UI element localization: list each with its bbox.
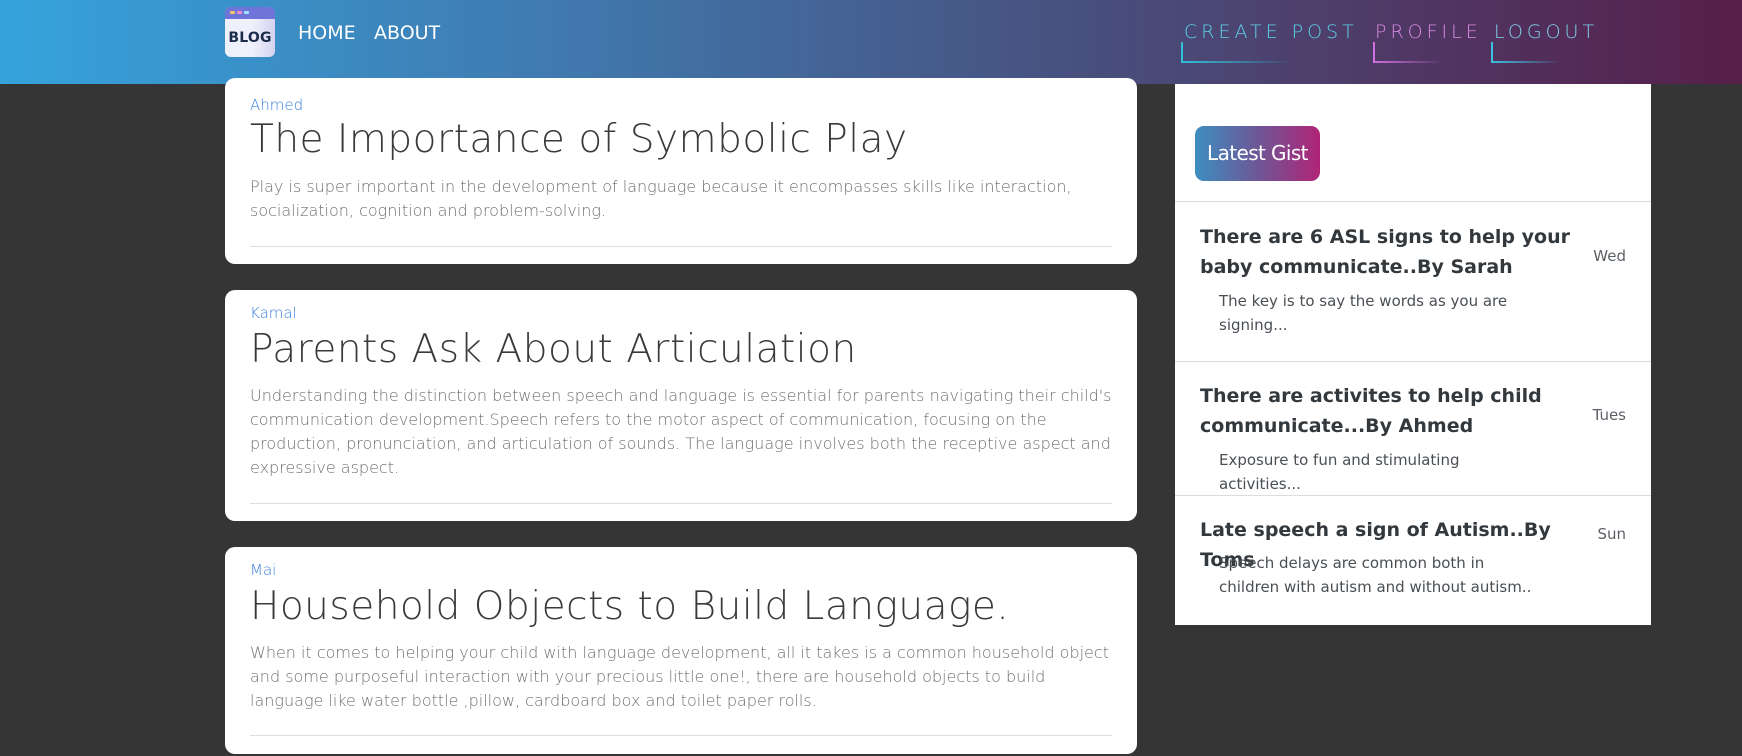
post-title[interactable]: Household Objects to Build Language. (250, 587, 1009, 626)
post-author[interactable]: Kamal (250, 304, 297, 322)
nav-create-post-link[interactable]: CREATE POST (1184, 21, 1358, 43)
gist-item-excerpt: The key is to say the words as you are s… (1219, 292, 1508, 334)
latest-gist-sidebar: Latest Gist There are 6 ASL signs to hel… (1175, 84, 1651, 625)
post-author[interactable]: Ahmed (250, 96, 303, 114)
gist-item-day: Sun (1597, 525, 1626, 543)
gist-item-day: Wed (1593, 247, 1626, 265)
logo-dot-icon (237, 11, 242, 14)
post-card[interactable]: Kamal Parents Ask About Articulation Und… (225, 290, 1137, 521)
post-body: Understanding the distinction between sp… (250, 386, 1112, 477)
post-divider (250, 246, 1112, 247)
latest-gist-badge: Latest Gist (1195, 126, 1320, 181)
logo-dot-icon (230, 11, 235, 14)
logout-underline (1491, 61, 1561, 63)
post-author[interactable]: Mai (250, 561, 276, 579)
create-post-bracket (1181, 42, 1183, 62)
gist-item-excerpt: Speech delays are common both in childre… (1219, 554, 1532, 596)
post-title[interactable]: Parents Ask About Articulation (250, 330, 857, 369)
post-title[interactable]: The Importance of Symbolic Play (250, 120, 908, 159)
post-divider (250, 735, 1112, 736)
post-body: Play is super important in the developme… (250, 177, 1072, 220)
post-body: When it comes to helping your child with… (250, 643, 1109, 710)
logo-dot-icon (244, 11, 249, 14)
post-divider (250, 503, 1112, 504)
gist-item-title[interactable]: There are 6 ASL signs to help your baby … (1200, 222, 1580, 282)
profile-bracket (1373, 42, 1375, 62)
post-card[interactable]: Ahmed The Importance of Symbolic Play Pl… (225, 78, 1137, 264)
gist-divider (1175, 495, 1651, 496)
top-navbar: BLOG HOME ABOUT CREATE POST PROFILE LOGO… (0, 0, 1742, 84)
gist-item-title[interactable]: There are activites to help child commun… (1200, 381, 1580, 441)
blog-logo[interactable]: BLOG (225, 7, 275, 57)
gist-divider (1175, 201, 1651, 202)
post-card[interactable]: Mai Household Objects to Build Language.… (225, 547, 1137, 754)
nav-about-link[interactable]: ABOUT (374, 22, 440, 44)
nav-home-link[interactable]: HOME (298, 22, 356, 44)
logout-bracket (1491, 42, 1493, 62)
gist-item-day: Tues (1592, 406, 1626, 424)
gist-divider (1175, 361, 1651, 362)
nav-logout-link[interactable]: LOGOUT (1494, 21, 1598, 43)
logo-text: BLOG (228, 30, 272, 46)
profile-underline (1373, 61, 1443, 63)
nav-profile-link[interactable]: PROFILE (1375, 21, 1482, 43)
create-post-underline (1181, 61, 1293, 63)
gist-item-excerpt: Exposure to fun and stimulating activiti… (1219, 451, 1460, 493)
